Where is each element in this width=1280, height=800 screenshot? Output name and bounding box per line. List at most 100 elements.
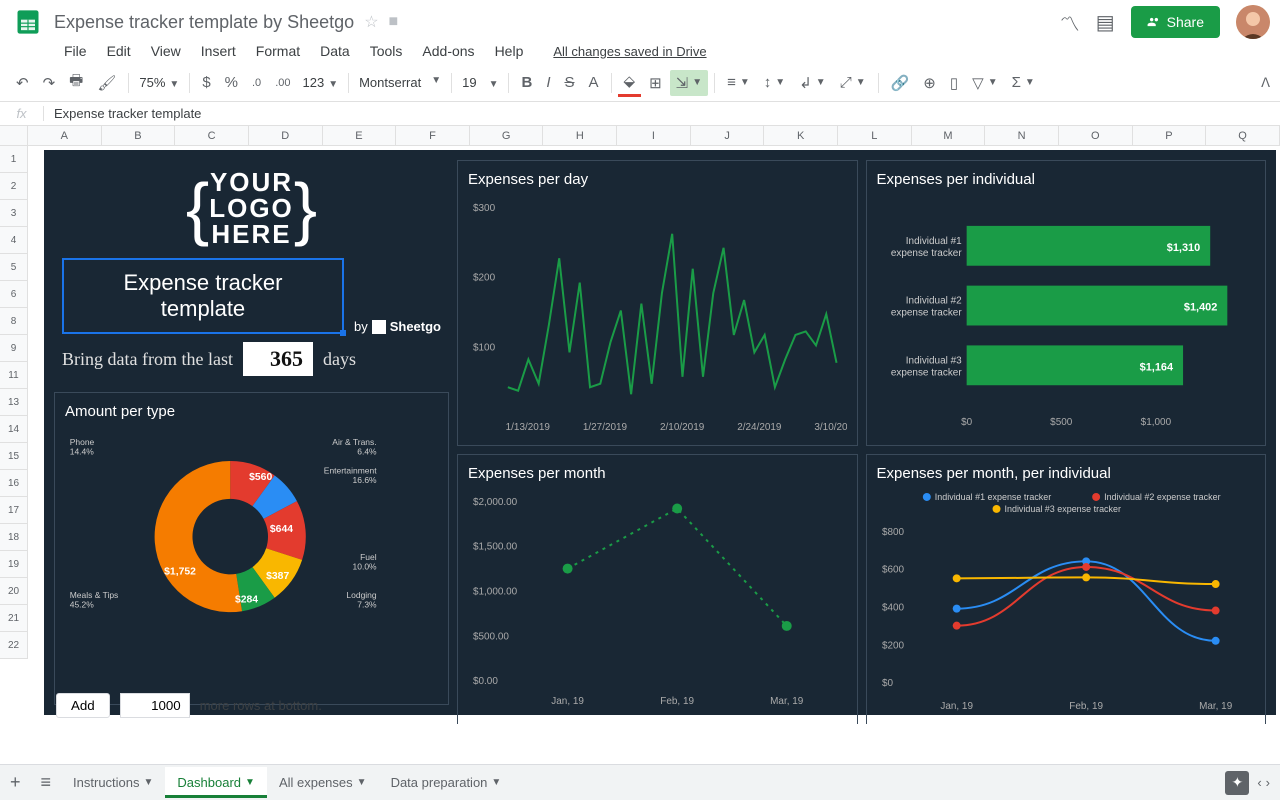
- col-header[interactable]: L: [838, 126, 912, 145]
- row-header[interactable]: 15: [0, 443, 28, 470]
- row-header[interactable]: 16: [0, 470, 28, 497]
- col-header[interactable]: A: [28, 126, 102, 145]
- wrap-button[interactable]: ↲▼: [793, 70, 831, 96]
- star-icon[interactable]: ☆: [364, 12, 378, 32]
- formula-bar[interactable]: Expense tracker template: [44, 106, 211, 121]
- share-button[interactable]: Share: [1131, 6, 1220, 38]
- redo-icon[interactable]: ↷: [37, 70, 62, 96]
- row-header[interactable]: 21: [0, 605, 28, 632]
- bold-button[interactable]: B: [515, 70, 538, 95]
- row-header[interactable]: 17: [0, 497, 28, 524]
- currency-button[interactable]: $: [196, 70, 216, 95]
- col-header[interactable]: C: [175, 126, 249, 145]
- halign-button[interactable]: ≡▼: [721, 70, 756, 95]
- tab-all-expenses[interactable]: All expenses▼: [267, 767, 379, 798]
- all-sheets-icon[interactable]: ≡: [31, 772, 62, 793]
- comment-icon[interactable]: ⊕: [917, 70, 942, 96]
- row-header[interactable]: 6: [0, 281, 28, 308]
- row-header[interactable]: 4: [0, 227, 28, 254]
- col-header[interactable]: Q: [1206, 126, 1280, 145]
- chart-icon[interactable]: ▯: [944, 70, 964, 96]
- row-header[interactable]: 11: [0, 362, 28, 389]
- col-header[interactable]: F: [396, 126, 470, 145]
- row-header[interactable]: 8: [0, 308, 28, 335]
- row-header[interactable]: 20: [0, 578, 28, 605]
- col-header[interactable]: G: [470, 126, 544, 145]
- menu-format[interactable]: Format: [248, 39, 308, 63]
- col-header[interactable]: O: [1059, 126, 1133, 145]
- row-header[interactable]: 5: [0, 254, 28, 281]
- row-header[interactable]: 2: [0, 173, 28, 200]
- col-header[interactable]: I: [617, 126, 691, 145]
- menu-data[interactable]: Data: [312, 39, 358, 63]
- row-header[interactable]: 3: [0, 200, 28, 227]
- font-select[interactable]: Montserrat▼: [355, 75, 445, 90]
- add-rows-button[interactable]: Add: [56, 693, 110, 718]
- comments-icon[interactable]: ▤: [1096, 10, 1115, 35]
- valign-button[interactable]: ↕▼: [758, 70, 791, 95]
- avatar[interactable]: [1236, 5, 1270, 39]
- row-header[interactable]: 1: [0, 146, 28, 173]
- template-title[interactable]: Expense tracker template: [62, 258, 344, 334]
- row-header[interactable]: 13: [0, 389, 28, 416]
- scroll-left-icon[interactable]: ‹: [1257, 775, 1261, 790]
- trend-icon[interactable]: 〽: [1060, 8, 1080, 37]
- row-header[interactable]: 9: [0, 335, 28, 362]
- svg-text:Phone: Phone: [70, 437, 95, 447]
- tab-dashboard[interactable]: Dashboard▼: [165, 767, 267, 798]
- scroll-right-icon[interactable]: ›: [1266, 775, 1270, 790]
- col-header[interactable]: J: [691, 126, 765, 145]
- sheets-logo-icon[interactable]: [10, 4, 46, 40]
- text-color-button[interactable]: A: [583, 70, 605, 95]
- strike-button[interactable]: S: [558, 70, 580, 95]
- rotate-button[interactable]: ⤢▼: [834, 70, 872, 95]
- tab-instructions[interactable]: Instructions▼: [61, 767, 165, 798]
- tab-data-preparation[interactable]: Data preparation▼: [379, 767, 514, 798]
- col-header[interactable]: P: [1133, 126, 1207, 145]
- col-header[interactable]: H: [543, 126, 617, 145]
- menu-edit[interactable]: Edit: [99, 39, 139, 63]
- row-header[interactable]: 22: [0, 632, 28, 659]
- add-sheet-icon[interactable]: +: [0, 772, 31, 793]
- folder-icon[interactable]: ■: [389, 13, 399, 31]
- collapse-toolbar-icon[interactable]: ᐱ: [1261, 75, 1270, 91]
- inc-decimal-button[interactable]: .00: [269, 73, 296, 93]
- add-rows-input[interactable]: [120, 693, 190, 718]
- days-input[interactable]: 365: [243, 342, 313, 376]
- col-header[interactable]: E: [323, 126, 397, 145]
- print-icon[interactable]: 🖶: [63, 66, 89, 99]
- menu-file[interactable]: File: [56, 39, 95, 63]
- logo-line2: LOGO: [209, 195, 294, 221]
- menu-help[interactable]: Help: [487, 39, 532, 63]
- link-icon[interactable]: 🔗: [885, 70, 916, 96]
- font-size-select[interactable]: 19▼: [458, 75, 502, 90]
- filter-icon[interactable]: ▽▼: [966, 70, 1003, 96]
- fill-color-button[interactable]: ⬙: [618, 68, 642, 97]
- col-header[interactable]: N: [985, 126, 1059, 145]
- row-header[interactable]: 18: [0, 524, 28, 551]
- svg-text:Jan, 19: Jan, 19: [940, 701, 973, 712]
- col-header[interactable]: M: [912, 126, 986, 145]
- row-header[interactable]: 19: [0, 551, 28, 578]
- percent-button[interactable]: %: [219, 70, 244, 95]
- dec-decimal-button[interactable]: .0: [246, 73, 267, 93]
- zoom-select[interactable]: 75%▼: [135, 75, 183, 90]
- menu-tools[interactable]: Tools: [362, 39, 411, 63]
- col-header[interactable]: B: [102, 126, 176, 145]
- merge-button[interactable]: ⇲▼: [670, 70, 708, 96]
- borders-button[interactable]: ⊞: [643, 70, 668, 96]
- dashboard: { YOUR LOGO HERE } Expense tracker templ…: [44, 150, 1276, 715]
- menu-insert[interactable]: Insert: [193, 39, 244, 63]
- menu-addons[interactable]: Add-ons: [414, 39, 482, 63]
- col-header[interactable]: K: [764, 126, 838, 145]
- doc-title[interactable]: Expense tracker template by Sheetgo: [54, 12, 354, 33]
- menu-view[interactable]: View: [143, 39, 189, 63]
- functions-icon[interactable]: Σ▼: [1006, 70, 1041, 95]
- number-format-select[interactable]: 123▼: [298, 75, 342, 90]
- italic-button[interactable]: I: [540, 70, 556, 95]
- undo-icon[interactable]: ↶: [10, 70, 35, 96]
- explore-icon[interactable]: ✦: [1225, 771, 1249, 795]
- paint-format-icon[interactable]: 🖌: [91, 70, 122, 96]
- col-header[interactable]: D: [249, 126, 323, 145]
- row-header[interactable]: 14: [0, 416, 28, 443]
